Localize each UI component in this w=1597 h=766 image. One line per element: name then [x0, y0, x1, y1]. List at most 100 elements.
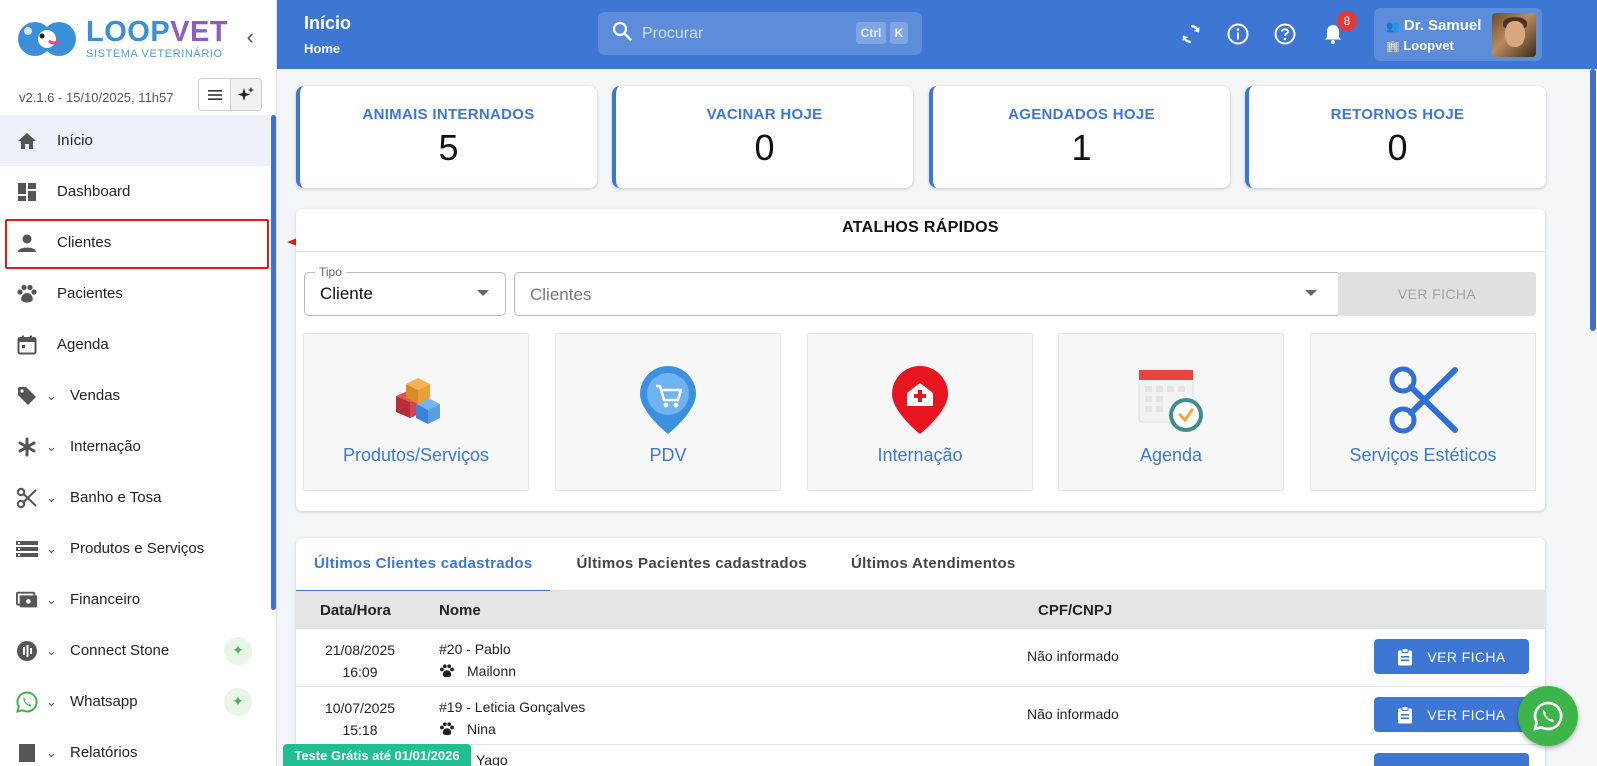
top-bar: Início Home Ctrl K 8 👥 Dr. Samuel 🏢 Loop… — [277, 0, 1597, 69]
stat-label: ANIMAIS INTERNADOS — [362, 106, 535, 123]
shortcut-internacao[interactable]: Internação — [807, 333, 1033, 491]
sidebar-item-banho-tosa[interactable]: ⌄ Banho e Tosa — [0, 472, 270, 523]
sidebar-item-inicio[interactable]: Início — [0, 115, 270, 166]
ver-ficha-button[interactable]: VER FICHA — [1374, 697, 1529, 732]
table-header: Data/Hora Nome CPF/CNPJ — [296, 591, 1545, 629]
sidebar-item-produtos-servicos[interactable]: ⌄ Produtos e Serviços — [0, 523, 270, 574]
scissors-icon — [16, 487, 38, 509]
tile-label: Internação — [877, 445, 963, 465]
search-icon — [612, 21, 632, 46]
shortcut-servicos-esteticos[interactable]: Serviços Estéticos — [1310, 333, 1536, 491]
shortcut-pdv[interactable]: PDV — [555, 333, 781, 491]
shortcuts-panel: ATALHOS RÁPIDOS Tipo Cliente Clientes VE… — [296, 209, 1545, 511]
sidebar-item-vendas[interactable]: ⌄ Vendas — [0, 370, 270, 421]
sidebar-item-label: Agenda — [57, 336, 109, 353]
new-feature-icon: ✦ — [224, 687, 252, 716]
version-text: v2.1.6 - 15/10/2025, 11h57 — [19, 89, 174, 105]
row-doc: Não informado — [1027, 648, 1119, 664]
building-icon: 🏢 — [1386, 41, 1400, 53]
sidebar-item-financeiro[interactable]: ⌄ Financeiro — [0, 574, 270, 625]
row-doc: Não informado — [1027, 706, 1119, 722]
sidebar-scrollbar[interactable] — [271, 115, 276, 610]
search-box[interactable]: Ctrl K — [598, 12, 922, 55]
help-icon[interactable] — [1273, 22, 1297, 46]
sidebar-item-agenda[interactable]: Agenda — [0, 319, 270, 370]
clipboard-icon — [1398, 705, 1413, 723]
scissors-icon — [1389, 366, 1458, 434]
chevron-down-icon: ⌄ — [46, 387, 57, 403]
sidebar-item-connect-stone[interactable]: ⌄ Connect Stone ✦ — [0, 625, 270, 676]
col-nome: Nome — [439, 602, 481, 619]
ver-ficha-disabled-button[interactable]: VER FICHA — [1338, 272, 1536, 316]
ver-ficha-label: VER FICHA — [1427, 648, 1506, 665]
trial-badge[interactable]: Teste Grátis até 01/01/2026 — [283, 744, 471, 766]
sync-icon[interactable] — [1179, 22, 1203, 46]
sidebar-item-pacientes[interactable]: Pacientes — [0, 268, 270, 319]
stat-value: 1 — [1071, 127, 1092, 168]
dashboard-icon — [16, 181, 38, 203]
dropdown-caret-icon — [1305, 290, 1317, 296]
ver-ficha-label: VER FICHA — [1427, 706, 1506, 723]
menu-list-icon[interactable] — [199, 79, 230, 110]
sidebar-item-label: Whatsapp — [70, 693, 138, 710]
row-date: 21/08/2025 — [324, 642, 396, 658]
users-icon: 👥 — [1386, 21, 1400, 33]
tab-ultimos-atendimentos[interactable]: Últimos Atendimentos — [833, 538, 1034, 591]
shortcuts-title: ATALHOS RÁPIDOS — [296, 209, 1545, 252]
home-icon — [16, 130, 38, 152]
sidebar-item-clientes[interactable]: Clientes — [0, 217, 270, 268]
search-input[interactable] — [642, 24, 842, 43]
sidebar-item-label: Início — [57, 132, 93, 149]
tile-label: PDV — [649, 445, 687, 465]
tile-label: Agenda — [1139, 445, 1203, 465]
table-row: Yago — [296, 745, 1545, 766]
row-client-name: #19 - Leticia Gonçalves — [439, 699, 586, 715]
money-icon — [16, 589, 38, 611]
sidebar-item-label: Pacientes — [57, 285, 123, 302]
tipo-select[interactable]: Tipo Cliente — [304, 265, 506, 316]
whatsapp-icon — [1533, 701, 1563, 731]
user-name: Dr. Samuel — [1403, 17, 1482, 34]
stat-value: 0 — [1387, 127, 1408, 168]
stat-card-retornos[interactable]: RETORNOS HOJE 0 — [1245, 86, 1546, 188]
ver-ficha-button[interactable] — [1374, 753, 1529, 766]
ver-ficha-button[interactable]: VER FICHA — [1374, 639, 1529, 674]
collapse-sidebar-icon[interactable]: ‹ — [247, 26, 254, 48]
tile-label: Produtos/Serviços — [342, 445, 490, 465]
brand-name-2: VET — [170, 16, 229, 48]
main-scrollbar[interactable] — [1590, 69, 1596, 331]
row-pet-name: Nina — [467, 721, 496, 737]
sidebar-item-dashboard[interactable]: Dashboard — [0, 166, 270, 217]
chevron-down-icon: ⌄ — [46, 744, 57, 760]
sidebar-item-internacao[interactable]: ⌄ Internação — [0, 421, 270, 472]
info-icon[interactable] — [1226, 22, 1250, 46]
shortcut-agenda[interactable]: Agenda — [1058, 333, 1284, 491]
stone-icon — [16, 640, 38, 662]
table-row: 21/08/2025 16:09 #20 - Pablo Mailonn Não … — [296, 629, 1545, 687]
sidebar: LOOPVET SISTEMA VETERINÁRIO ‹ v2.1.6 - 1… — [0, 0, 277, 766]
ai-sparkle-icon[interactable] — [230, 79, 261, 110]
stat-card-agendados[interactable]: AGENDADOS HOJE 1 — [929, 86, 1230, 188]
stat-value: 0 — [754, 127, 775, 168]
brand-subtitle: SISTEMA VETERINÁRIO — [86, 48, 223, 60]
breadcrumb[interactable]: Home — [304, 41, 340, 56]
tab-ultimos-clientes[interactable]: Últimos Clientes cadastrados — [296, 538, 551, 592]
clientes-select[interactable]: Clientes — [514, 272, 1341, 316]
kbd-ctrl: Ctrl — [856, 22, 886, 44]
sidebar-item-relatorios[interactable]: ⌄ Relatórios — [0, 727, 270, 766]
col-cpf-cnpj: CPF/CNPJ — [1038, 602, 1113, 619]
shortcut-produtos-servicos[interactable]: Produtos/Serviços — [303, 333, 529, 491]
tipo-value: Cliente — [320, 284, 373, 303]
stat-card-internados[interactable]: ANIMAIS INTERNADOS 5 — [296, 86, 597, 188]
clipboard-icon — [1398, 647, 1413, 665]
sidebar-item-label: Vendas — [70, 387, 121, 404]
user-menu[interactable]: 👥 Dr. Samuel 🏢 Loopvet — [1374, 8, 1542, 61]
new-feature-icon: ✦ — [224, 636, 252, 665]
sidebar-item-whatsapp[interactable]: ⌄ Whatsapp ✦ — [0, 676, 270, 727]
sidebar-item-label: Banho e Tosa — [70, 489, 162, 506]
tipo-label: Tipo — [315, 265, 346, 279]
tag-icon — [16, 385, 38, 407]
whatsapp-fab-button[interactable] — [1518, 686, 1578, 746]
tab-ultimos-pacientes[interactable]: Últimos Pacientes cadastrados — [558, 538, 824, 591]
stat-card-vacinar[interactable]: VACINAR HOJE 0 — [612, 86, 913, 188]
